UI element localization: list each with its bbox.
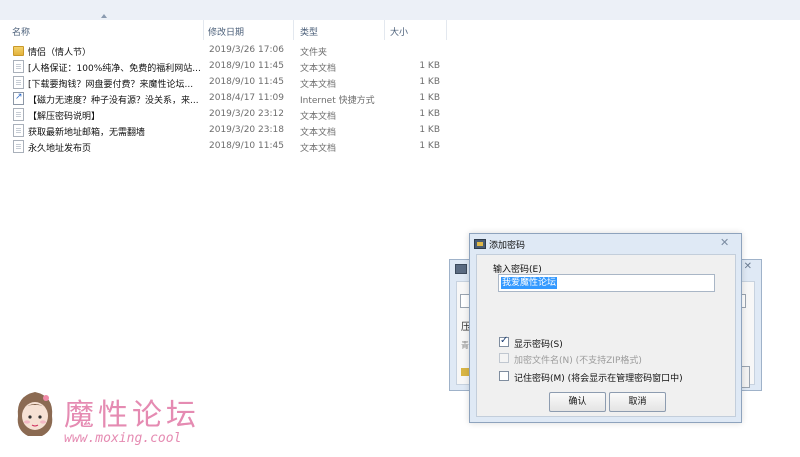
file-row[interactable]: 永久地址发布页 2018/9/10 11:45 文本文档 1 KB xyxy=(0,139,800,155)
file-type: 文本文档 xyxy=(300,80,337,90)
file-date: 2018/4/17 11:09 xyxy=(209,93,284,103)
file-type: 文件夹 xyxy=(300,48,328,58)
file-date: 2019/3/26 17:06 xyxy=(209,45,284,55)
text-file-icon xyxy=(13,124,24,137)
app-icon xyxy=(474,239,486,249)
file-date: 2018/9/10 11:45 xyxy=(209,61,284,71)
folder-icon xyxy=(13,46,24,56)
column-divider[interactable] xyxy=(203,20,204,40)
file-size: 1 KB xyxy=(419,61,440,71)
cancel-button[interactable]: 取消 xyxy=(609,392,666,412)
file-name: 永久地址发布页 xyxy=(28,144,92,154)
file-name: 情侣（情人节） xyxy=(28,48,92,58)
column-date-header[interactable]: 修改日期 xyxy=(208,25,244,38)
file-row[interactable]: 【解压密码说明】 2019/3/20 23:12 文本文档 1 KB xyxy=(0,107,800,123)
file-type: 文本文档 xyxy=(300,144,337,154)
file-size: 1 KB xyxy=(419,141,440,151)
file-type: Internet 快捷方式 xyxy=(300,96,375,106)
remember-password-label[interactable]: 记住密码(M) (将会显示在管理密码窗口中) xyxy=(514,371,683,384)
background-label: 青 xyxy=(461,341,469,350)
file-size: 1 KB xyxy=(419,109,440,119)
show-password-label[interactable]: 显示密码(S) xyxy=(514,337,563,350)
file-name: [人格保证：100%纯净、免费的福利网站... xyxy=(28,64,201,74)
lock-icon xyxy=(461,368,469,376)
column-divider[interactable] xyxy=(446,20,447,40)
ok-button[interactable]: 确认 xyxy=(549,392,606,412)
file-type: 文本文档 xyxy=(300,128,337,138)
file-type: 文本文档 xyxy=(300,64,337,74)
file-row[interactable]: 获取最新地址邮箱，无需翻墙 2019/3/20 23:18 文本文档 1 KB xyxy=(0,123,800,139)
file-date: 2019/3/20 23:18 xyxy=(209,125,284,135)
file-size: 1 KB xyxy=(419,125,440,135)
file-date: 2019/3/20 23:12 xyxy=(209,109,284,119)
file-date: 2018/9/10 11:45 xyxy=(209,141,284,151)
watermark: 魔性论坛 www.moxing.cool xyxy=(0,386,240,457)
remember-password-checkbox[interactable] xyxy=(499,371,509,381)
file-name: 获取最新地址邮箱，无需翻墙 xyxy=(28,128,146,138)
close-icon[interactable]: ✕ xyxy=(744,261,752,272)
column-divider[interactable] xyxy=(384,20,385,40)
column-header-bar: 名称 修改日期 类型 大小 xyxy=(0,20,800,40)
dialog-title: 添加密码 xyxy=(489,241,526,251)
shortcut-icon xyxy=(13,92,24,105)
text-file-icon xyxy=(13,60,24,73)
explorer-toolbar-strip xyxy=(0,0,800,20)
file-name: [下载要掏钱？网盘要付费？来魔性论坛... xyxy=(28,80,194,90)
file-row[interactable]: 【磁力无速度？种子没有源？没关系，来... 2018/4/17 11:09 In… xyxy=(0,91,800,107)
close-icon[interactable]: ✕ xyxy=(720,236,729,249)
encrypt-filenames-label: 加密文件名(N) (不支持ZIP格式) xyxy=(514,356,642,366)
file-row[interactable]: 情侣（情人节） 2019/3/26 17:06 文件夹 xyxy=(0,43,800,59)
file-row[interactable]: [人格保证：100%纯净、免费的福利网站... 2018/9/10 11:45 … xyxy=(0,59,800,75)
sort-ascending-icon xyxy=(101,14,107,18)
add-password-dialog: 添加密码 ✕ 输入密码(E) 我爱魔性论坛 显示密码(S) 加密文件名(N) (… xyxy=(469,233,742,423)
file-row[interactable]: [下载要掏钱？网盘要付费？来魔性论坛... 2018/9/10 11:45 文本… xyxy=(0,75,800,91)
password-value: 我爱魔性论坛 xyxy=(501,277,558,289)
file-type: 文本文档 xyxy=(300,112,337,122)
show-password-checkbox[interactable] xyxy=(499,335,509,347)
encrypt-filenames-checkbox[interactable] xyxy=(499,353,509,363)
file-date: 2018/9/10 11:45 xyxy=(209,77,284,87)
column-name-header[interactable]: 名称 xyxy=(12,25,30,38)
file-size: 1 KB xyxy=(419,77,440,87)
column-type-header[interactable]: 类型 xyxy=(300,25,318,38)
file-size: 1 KB xyxy=(419,93,440,103)
app-icon xyxy=(455,264,467,274)
watermark-url: www.moxing.cool xyxy=(64,431,182,446)
watermark-brand: 魔性论坛 xyxy=(64,398,200,433)
text-file-icon xyxy=(13,108,24,121)
mascot-avatar-icon xyxy=(17,392,53,436)
file-name: 【解压密码说明】 xyxy=(28,112,101,122)
password-input[interactable]: 我爱魔性论坛 xyxy=(498,274,715,292)
text-file-icon xyxy=(13,140,24,153)
text-file-icon xyxy=(13,76,24,89)
column-divider[interactable] xyxy=(293,20,294,40)
file-name: 【磁力无速度？种子没有源？没关系，来... xyxy=(28,96,199,106)
column-size-header[interactable]: 大小 xyxy=(390,25,408,38)
